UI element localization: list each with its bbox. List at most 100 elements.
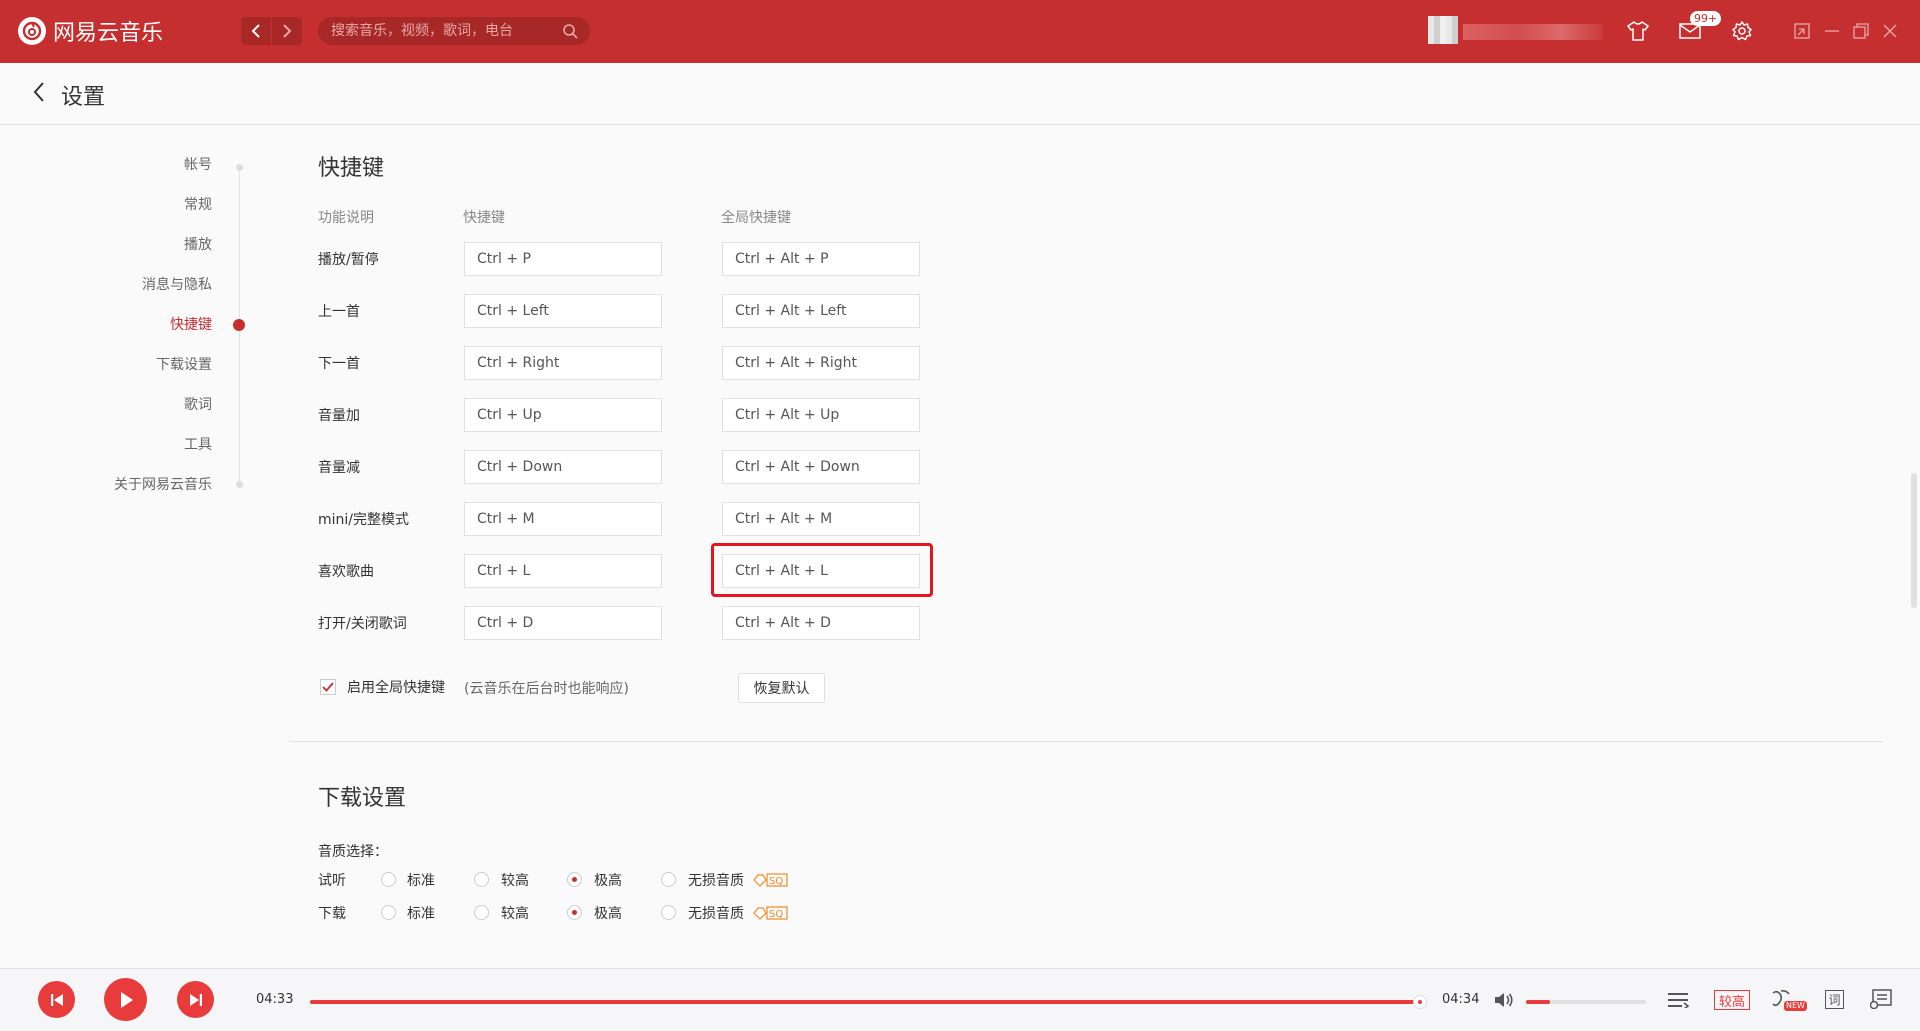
global-shortcut-input-toggle-lyrics[interactable]: Ctrl + Alt + D <box>722 606 920 640</box>
volume-icon <box>1495 993 1513 1007</box>
sidebar-item-tools[interactable]: 工具 <box>184 434 212 454</box>
global-shortcut-input-volume-up[interactable]: Ctrl + Alt + Up <box>722 398 920 432</box>
app-logo[interactable]: 网易云音乐 <box>18 16 163 46</box>
download-quality-label-lossless[interactable]: 无损音质 <box>688 903 744 923</box>
skin-button[interactable] <box>1626 19 1650 43</box>
shortcut-input-like-song[interactable]: Ctrl + L <box>464 554 662 588</box>
sidebar-item-lyrics[interactable]: 歌词 <box>184 394 212 414</box>
sidebar-item-playback[interactable]: 播放 <box>184 234 212 254</box>
next-track-button[interactable] <box>177 981 214 1018</box>
sidebar-dot-bottom <box>236 481 243 488</box>
sidebar-active-dot <box>233 319 245 331</box>
download-quality-radio-higher[interactable] <box>474 905 489 920</box>
progress-slider[interactable] <box>310 995 1427 1009</box>
username[interactable] <box>1463 24 1603 40</box>
volume-fill <box>1526 1000 1550 1004</box>
shortcut-label-like-song: 喜欢歌曲 <box>318 564 374 580</box>
maximize-button[interactable] <box>1852 22 1870 40</box>
shortcut-input-volume-up[interactable]: Ctrl + Up <box>464 398 662 432</box>
shortcut-label-next: 下一首 <box>318 356 360 372</box>
download-quality-radio-extreme[interactable] <box>567 905 582 920</box>
preview-quality-radio-extreme[interactable] <box>567 872 582 887</box>
title-bar: 网易云音乐 99+ <box>0 0 1920 63</box>
back-nav-button[interactable] <box>241 17 272 45</box>
preview-quality-label-standard[interactable]: 标准 <box>407 870 435 890</box>
search-icon[interactable] <box>562 23 578 39</box>
global-shortcut-input-previous[interactable]: Ctrl + Alt + Left <box>722 294 920 328</box>
back-button[interactable] <box>32 81 52 105</box>
shortcut-input-play-pause[interactable]: Ctrl + P <box>464 242 662 276</box>
shortcut-input-mini-mode[interactable]: Ctrl + M <box>464 502 662 536</box>
checkmark-icon <box>322 682 334 692</box>
global-shortcut-input-volume-down[interactable]: Ctrl + Alt + Down <box>722 450 920 484</box>
playback-mode-button[interactable] <box>1666 989 1690 1011</box>
download-quality-label-standard[interactable]: 标准 <box>407 903 435 923</box>
mini-mode-button[interactable] <box>1793 22 1811 40</box>
progress-fill <box>310 1000 1420 1004</box>
enable-global-shortcuts-hint: (云音乐在后台时也能响应) <box>464 681 629 697</box>
sidebar-item-download[interactable]: 下载设置 <box>156 354 212 374</box>
shortcut-label-volume-down: 音量减 <box>318 460 360 476</box>
reset-default-button[interactable]: 恢复默认 <box>738 673 825 703</box>
minimize-button[interactable] <box>1823 22 1841 40</box>
sq-badge-text: SQ <box>769 876 783 887</box>
download-quality-label-higher[interactable]: 较高 <box>501 903 529 923</box>
shortcut-label-previous: 上一首 <box>318 304 360 320</box>
quality-row-label-preview: 试听 <box>318 873 346 889</box>
message-count-badge: 99+ <box>1690 11 1722 26</box>
page-title: 设置 <box>61 85 106 110</box>
previous-track-button[interactable] <box>38 981 75 1018</box>
page-scrollbar-thumb[interactable] <box>1911 473 1917 608</box>
enable-global-shortcuts-checkbox[interactable] <box>320 679 336 695</box>
preview-quality-radio-standard[interactable] <box>381 872 396 887</box>
download-quality-radio-standard[interactable] <box>381 905 396 920</box>
sidebar-item-shortcuts[interactable]: 快捷键 <box>170 314 212 334</box>
preview-quality-radio-lossless[interactable] <box>661 872 676 887</box>
sq-badge-text: SQ <box>769 909 783 920</box>
shortcut-input-volume-down[interactable]: Ctrl + Down <box>464 450 662 484</box>
download-quality-label-extreme[interactable]: 极高 <box>594 903 622 923</box>
sidebar-item-privacy[interactable]: 消息与隐私 <box>142 274 212 294</box>
shortcut-input-next[interactable]: Ctrl + Right <box>464 346 662 380</box>
column-header-shortcut: 快捷键 <box>463 210 505 226</box>
global-shortcut-input-play-pause[interactable]: Ctrl + Alt + P <box>722 242 920 276</box>
skip-next-icon <box>189 993 202 1006</box>
new-badge: NEW <box>1784 1001 1807 1011</box>
preview-quality-radio-higher[interactable] <box>474 872 489 887</box>
shortcut-label-mini-mode: mini/完整模式 <box>318 512 410 528</box>
close-button[interactable] <box>1881 22 1899 40</box>
progress-handle[interactable] <box>1412 995 1427 1009</box>
sq-badge-icon: SQ <box>753 873 788 887</box>
current-time: 04:33 <box>256 992 294 1007</box>
column-header-function: 功能说明 <box>318 210 374 226</box>
global-shortcut-input-next[interactable]: Ctrl + Alt + Right <box>722 346 920 380</box>
search-input[interactable] <box>318 22 558 40</box>
volume-button[interactable] <box>1493 989 1515 1011</box>
shortcut-input-toggle-lyrics[interactable]: Ctrl + D <box>464 606 662 640</box>
play-button[interactable] <box>104 978 147 1021</box>
sidebar-item-account[interactable]: 帐号 <box>184 154 212 174</box>
sidebar-item-general[interactable]: 常规 <box>184 194 212 214</box>
restore-icon <box>1853 23 1869 39</box>
shortcut-input-previous[interactable]: Ctrl + Left <box>464 294 662 328</box>
global-shortcut-input-mini-mode[interactable]: Ctrl + Alt + M <box>722 502 920 536</box>
download-quality-radio-lossless[interactable] <box>661 905 676 920</box>
sidebar-item-about[interactable]: 关于网易云音乐 <box>114 474 212 494</box>
sound-quality-button[interactable]: 较高 <box>1714 990 1750 1010</box>
preview-quality-label-lossless[interactable]: 无损音质 <box>688 870 744 890</box>
shirt-icon <box>1627 21 1649 41</box>
volume-slider[interactable] <box>1526 1000 1646 1004</box>
settings-button[interactable] <box>1730 19 1754 43</box>
playlist-button[interactable] <box>1868 987 1894 1011</box>
lyrics-button[interactable]: 词 <box>1825 990 1844 1009</box>
preview-quality-label-extreme[interactable]: 极高 <box>594 870 622 890</box>
gear-icon <box>1732 21 1752 41</box>
shortcuts-section-title: 快捷键 <box>318 156 385 181</box>
netease-music-icon <box>18 17 46 45</box>
mini-mode-icon <box>1794 23 1810 39</box>
chevron-left-icon <box>33 82 44 102</box>
avatar[interactable] <box>1428 16 1458 44</box>
forward-nav-button[interactable] <box>272 17 302 45</box>
enable-global-shortcuts-label[interactable]: 启用全局快捷键 <box>347 677 445 697</box>
preview-quality-label-higher[interactable]: 较高 <box>501 870 529 890</box>
